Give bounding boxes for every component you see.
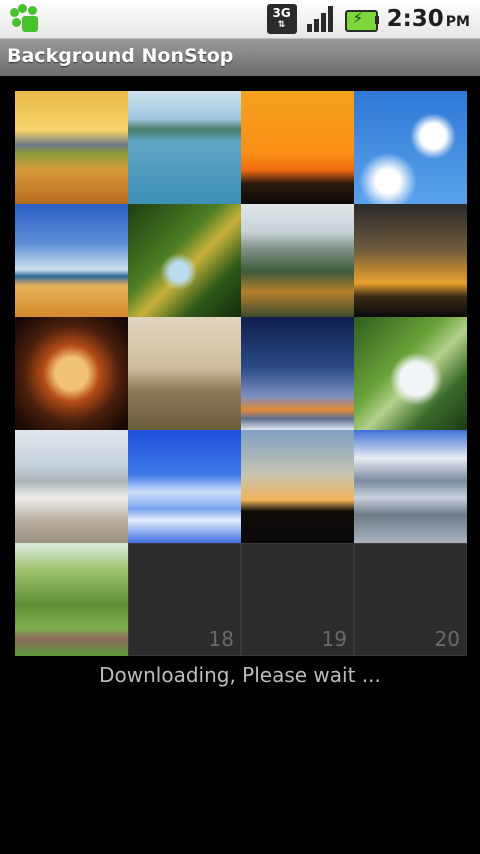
download-status-text: Downloading, Please wait ... — [99, 663, 381, 687]
thumb-dark-sunset[interactable] — [354, 204, 467, 317]
battery-charging-icon: ⚡ — [344, 8, 379, 32]
signal-icon — [305, 4, 337, 34]
network-3g-icon: 3G ⇅ — [266, 4, 297, 34]
thumb-blue-sky-clouds[interactable] — [354, 91, 467, 204]
clock: 2:30 PM — [386, 6, 470, 32]
thumb-palm-sunset[interactable] — [241, 430, 354, 543]
thumb-park-path[interactable] — [15, 543, 128, 656]
tile-number: 20 — [434, 627, 460, 651]
thumb-beach-waves[interactable] — [15, 204, 128, 317]
status-bar: 3G ⇅ ⚡ 2:30 PM — [0, 0, 480, 39]
thumb-waterfall[interactable] — [354, 317, 467, 430]
thumb-orange-sunset[interactable] — [241, 91, 354, 204]
placeholder-tile: 19 — [241, 543, 354, 656]
thumb-frosty-field[interactable] — [15, 430, 128, 543]
thumb-mountain-valley[interactable] — [241, 204, 354, 317]
app-title: Background NonStop — [7, 45, 234, 67]
thumb-window-view[interactable] — [15, 317, 128, 430]
tile-number: 19 — [321, 627, 347, 651]
thumb-harbor[interactable] — [354, 430, 467, 543]
placeholder-tile: 18 — [128, 543, 241, 656]
thumb-sunset-grassland[interactable] — [15, 91, 128, 204]
title-bar: Background NonStop — [0, 39, 480, 76]
thumb-blue-dusk[interactable] — [241, 317, 354, 430]
paw-icon — [8, 4, 48, 34]
thumb-forest-river[interactable] — [128, 204, 241, 317]
thumb-lake-island[interactable] — [128, 91, 241, 204]
loading-spinner-icon — [182, 317, 241, 381]
wallpaper-grid: 18 19 20 — [15, 91, 467, 656]
thumb-loading-sepia[interactable] — [128, 317, 241, 430]
placeholder-tile: 20 — [354, 543, 467, 656]
thumb-snowy-clouds[interactable] — [128, 430, 241, 543]
tile-number: 18 — [208, 627, 234, 651]
